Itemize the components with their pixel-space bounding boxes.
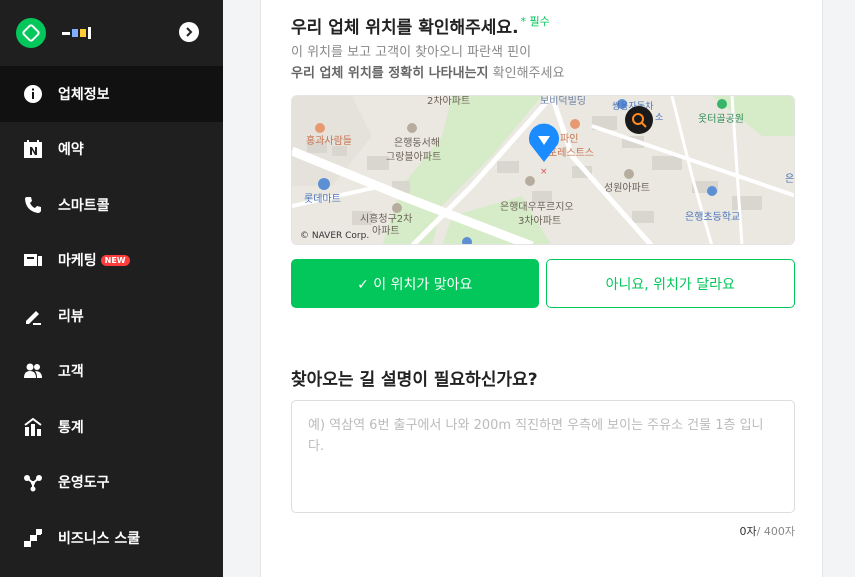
map-label: 3차아파트 xyxy=(518,215,561,227)
map-copyright: © NAVER Corp. xyxy=(300,231,369,241)
sidebar-item-reservation[interactable]: 예약 xyxy=(0,122,223,178)
map-label: 은행동서해 xyxy=(394,136,440,149)
desc-line-2: 우리 업체 위치를 정확히 나타내는지 확인해주세요 xyxy=(291,63,795,84)
megaphone-icon xyxy=(22,249,44,271)
sidebar-item-label: 운영도구 xyxy=(58,475,110,492)
directions-title: 찾아오는 길 설명이 필요하신가요? xyxy=(291,370,538,390)
map-label: 아파트 xyxy=(372,225,400,237)
chart-icon xyxy=(22,416,44,438)
map-label: 2차아파트 xyxy=(427,96,470,107)
sidebar-item-label: 비즈니스 스쿨 xyxy=(58,530,141,547)
map-label: 파인 xyxy=(560,133,578,145)
sidebar-header xyxy=(0,0,223,66)
map-label: 성원아파트 xyxy=(604,182,650,194)
location-description: 이 위치를 보고 고객이 찾아오니 파란색 핀이 우리 업체 위치를 정확히 나… xyxy=(291,42,795,84)
svg-text:×: × xyxy=(540,167,548,177)
sidebar-item-label: 통계 xyxy=(58,419,84,436)
phone-icon xyxy=(22,194,44,216)
map-label: 은행대우푸르지오 xyxy=(500,201,574,213)
map-search-button[interactable] xyxy=(625,106,653,134)
map-label: 시흥청구2차 xyxy=(360,212,412,225)
sidebar-item-customer[interactable]: 고객 xyxy=(0,344,223,400)
map-label: 그랑블아파트 xyxy=(386,151,441,163)
calendar-n-icon xyxy=(22,138,44,160)
directions-textarea[interactable]: 예) 역삼역 6번 출구에서 나와 200m 직진하면 우측에 보이는 주유소 … xyxy=(291,400,795,513)
stairs-icon xyxy=(22,527,44,549)
char-counter: 0자/ 400자 xyxy=(291,523,795,539)
sidebar-item-store-info[interactable]: 업체정보 xyxy=(0,66,223,122)
people-icon xyxy=(22,360,44,382)
sidebar-item-school[interactable]: 비즈니스 스쿨 xyxy=(0,510,223,566)
sidebar-item-marketing[interactable]: 마케팅 NEW xyxy=(0,233,223,289)
chevron-right-icon xyxy=(186,27,193,37)
location-map[interactable]: 2차아파트 보비덕빌딩 쌍용자동차 소 옷터골공원 홍과사람들 은행동서해 그랑… xyxy=(291,95,795,245)
main-panel: 우리 업체 위치를 확인해주세요. * 필수 이 위치를 보고 고객이 찾아오니 … xyxy=(260,0,823,577)
map-label: 소 xyxy=(655,112,663,123)
desc-line-1: 이 위치를 보고 고객이 찾아오니 파란색 핀이 xyxy=(291,45,532,60)
map-label: 보비덕빌딩 xyxy=(540,96,586,107)
char-max: / 400자 xyxy=(756,525,795,538)
location-title: 우리 업체 위치를 확인해주세요. * 필수 xyxy=(291,13,795,38)
sidebar-item-review[interactable]: 리뷰 xyxy=(0,288,223,344)
map-label: 포레스트스 xyxy=(548,147,594,159)
char-count: 0자 xyxy=(739,525,757,538)
new-badge: NEW xyxy=(100,254,130,266)
sidebar: 업체정보 예약 스마트콜 마케팅 NEW 리뷰 고객 통계 운영도구 비즈니스 … xyxy=(0,0,223,577)
sidebar-item-smartcall[interactable]: 스마트콜 xyxy=(0,177,223,233)
confirm-location-button[interactable]: ✓ 이 위치가 맞아요 xyxy=(291,259,539,308)
map-label: 롯데마트 xyxy=(304,193,341,205)
map-label: 은행초등학교 xyxy=(685,211,740,223)
sidebar-expand-button[interactable] xyxy=(179,22,199,42)
map-label: 은 xyxy=(785,173,794,185)
map-label: 옷터골공원 xyxy=(698,113,744,125)
share-icon xyxy=(22,471,44,493)
info-icon xyxy=(22,83,44,105)
location-title-text: 우리 업체 위치를 확인해주세요. xyxy=(291,18,519,38)
location-confirm-buttons: ✓ 이 위치가 맞아요 아니요, 위치가 달라요 xyxy=(291,259,795,308)
sidebar-item-label: 리뷰 xyxy=(58,308,84,325)
map-label: 홍과사람들 xyxy=(306,134,352,147)
sidebar-item-tools[interactable]: 운영도구 xyxy=(0,455,223,511)
deny-location-button[interactable]: 아니요, 위치가 달라요 xyxy=(545,259,795,308)
sidebar-item-label: 고객 xyxy=(58,364,84,381)
store-logo-icon[interactable] xyxy=(16,18,46,48)
sidebar-item-label: 예약 xyxy=(58,142,84,159)
desc-rest-text: 확인해주세요 xyxy=(488,66,565,81)
pencil-icon xyxy=(22,305,44,327)
sidebar-item-stats[interactable]: 통계 xyxy=(0,399,223,455)
required-mark: * 필수 xyxy=(520,15,550,28)
sidebar-item-label: 마케팅 xyxy=(58,253,97,270)
sidebar-item-label: 업체정보 xyxy=(58,86,110,103)
desc-bold-text: 우리 업체 위치를 정확히 나타내는지 xyxy=(291,66,489,81)
sidebar-item-label: 스마트콜 xyxy=(58,197,110,214)
store-name[interactable] xyxy=(62,27,91,39)
